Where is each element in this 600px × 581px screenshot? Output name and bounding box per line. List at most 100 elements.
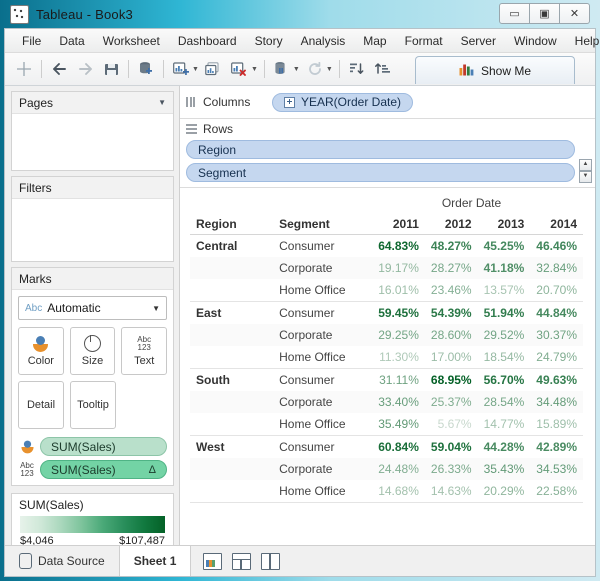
cell-value-2014[interactable]: 42.89% [530, 436, 583, 459]
chevron-down-icon[interactable]: ▼ [152, 304, 160, 313]
cell-value-2011[interactable]: 31.11% [372, 369, 425, 392]
spinner-up-icon[interactable]: ▲ [579, 159, 592, 171]
rows-pill-region[interactable]: Region [186, 140, 575, 159]
cell-value-2011[interactable]: 11.30% [372, 346, 425, 369]
cell-value-2013[interactable]: 14.77% [478, 413, 531, 436]
menu-story[interactable]: Story [246, 31, 292, 51]
cell-value-2011[interactable]: 24.48% [372, 458, 425, 480]
menu-window[interactable]: Window [505, 31, 566, 51]
table-row[interactable]: Corporate19.17%28.27%41.18%32.84% [190, 257, 583, 279]
rows-pill-segment[interactable]: Segment [186, 163, 575, 182]
refresh-dropdown-caret[interactable]: ▼ [326, 66, 333, 73]
menu-map[interactable]: Map [354, 31, 395, 51]
menu-file[interactable]: File [13, 31, 50, 51]
menu-help[interactable]: Help [566, 31, 600, 51]
close-button[interactable]: ✕ [559, 3, 590, 24]
cell-value-2012[interactable]: 26.33% [425, 458, 478, 480]
forward-icon[interactable] [73, 57, 97, 81]
cell-value-2014[interactable]: 49.63% [530, 369, 583, 392]
cell-value-2011[interactable]: 16.01% [372, 279, 425, 302]
cell-value-2012[interactable]: 48.27% [425, 235, 478, 258]
marks-text-button[interactable]: Abc123 Text [121, 327, 167, 375]
table-row[interactable]: Home Office16.01%23.46%13.57%20.70% [190, 279, 583, 302]
save-icon[interactable] [99, 57, 123, 81]
menu-server[interactable]: Server [452, 31, 505, 51]
cell-value-2014[interactable]: 15.89% [530, 413, 583, 436]
cell-value-2014[interactable]: 30.37% [530, 324, 583, 346]
filters-drop-zone[interactable] [12, 199, 173, 261]
marks-pill-color-sales[interactable]: SUM(Sales) [40, 437, 167, 456]
cell-value-2014[interactable]: 44.84% [530, 302, 583, 325]
cell-value-2012[interactable]: 28.60% [425, 324, 478, 346]
cell-value-2013[interactable]: 13.57% [478, 279, 531, 302]
cell-value-2011[interactable]: 35.49% [372, 413, 425, 436]
data-source-tab[interactable]: Data Source [5, 546, 120, 576]
rows-shelf[interactable]: Rows Region Segment ▲ ▼ [180, 119, 595, 188]
cell-value-2013[interactable]: 51.94% [478, 302, 531, 325]
duplicate-sheet-icon[interactable] [202, 57, 226, 81]
mark-type-dropdown[interactable]: Abc Automatic ▼ [18, 296, 167, 320]
new-worksheet-icon[interactable] [203, 553, 222, 570]
cell-value-2012[interactable]: 25.37% [425, 391, 478, 413]
cell-value-2012[interactable]: 54.39% [425, 302, 478, 325]
columns-shelf[interactable]: Columns YEAR(Order Date) [180, 86, 595, 119]
table-row[interactable]: Home Office14.68%14.63%20.29%22.58% [190, 480, 583, 503]
cell-value-2012[interactable]: 59.04% [425, 436, 478, 459]
table-row[interactable]: Home Office35.49%5.67%14.77%15.89% [190, 413, 583, 436]
table-row[interactable]: WestConsumer60.84%59.04%44.28%42.89% [190, 436, 583, 459]
cell-value-2012[interactable]: 14.63% [425, 480, 478, 503]
table-row[interactable]: Home Office11.30%17.00%18.54%24.79% [190, 346, 583, 369]
marks-detail-button[interactable]: Detail [18, 381, 64, 429]
menu-analysis[interactable]: Analysis [292, 31, 355, 51]
columns-pill-year-order-date[interactable]: YEAR(Order Date) [272, 93, 413, 112]
cell-value-2014[interactable]: 20.70% [530, 279, 583, 302]
sort-descending-icon[interactable] [371, 57, 395, 81]
new-worksheet-icon[interactable] [169, 57, 193, 81]
cell-value-2012[interactable]: 28.27% [425, 257, 478, 279]
cell-value-2012[interactable]: 68.95% [425, 369, 478, 392]
table-row[interactable]: SouthConsumer31.11%68.95%56.70%49.63% [190, 369, 583, 392]
sort-ascending-icon[interactable] [345, 57, 369, 81]
new-story-icon[interactable] [261, 553, 280, 570]
new-dashboard-icon[interactable] [232, 553, 251, 570]
spinner-down-icon[interactable]: ▼ [579, 171, 592, 183]
cell-value-2012[interactable]: 23.46% [425, 279, 478, 302]
cell-value-2011[interactable]: 19.17% [372, 257, 425, 279]
cell-value-2014[interactable]: 32.84% [530, 257, 583, 279]
marks-tooltip-button[interactable]: Tooltip [70, 381, 116, 429]
cell-value-2011[interactable]: 29.25% [372, 324, 425, 346]
cell-value-2013[interactable]: 18.54% [478, 346, 531, 369]
cell-value-2011[interactable]: 14.68% [372, 480, 425, 503]
cell-value-2013[interactable]: 29.52% [478, 324, 531, 346]
cell-value-2014[interactable]: 24.79% [530, 346, 583, 369]
clear-sheet-dropdown-caret[interactable]: ▼ [251, 66, 258, 73]
cell-value-2013[interactable]: 28.54% [478, 391, 531, 413]
minimize-button[interactable]: ▭ [499, 3, 530, 24]
rows-shelf-spinner[interactable]: ▲ ▼ [579, 159, 592, 183]
pages-drop-zone[interactable] [12, 114, 173, 170]
maximize-button[interactable]: ▣ [529, 3, 560, 24]
marks-pill-text-sales[interactable]: SUM(Sales) Δ [40, 460, 167, 479]
cell-value-2011[interactable]: 60.84% [372, 436, 425, 459]
table-row[interactable]: Corporate24.48%26.33%35.43%34.53% [190, 458, 583, 480]
cell-value-2013[interactable]: 44.28% [478, 436, 531, 459]
table-row[interactable]: EastConsumer59.45%54.39%51.94%44.84% [190, 302, 583, 325]
cell-value-2013[interactable]: 45.25% [478, 235, 531, 258]
cell-value-2014[interactable]: 34.48% [530, 391, 583, 413]
cell-value-2014[interactable]: 46.46% [530, 235, 583, 258]
cell-value-2014[interactable]: 22.58% [530, 480, 583, 503]
cell-value-2011[interactable]: 59.45% [372, 302, 425, 325]
table-row[interactable]: Corporate33.40%25.37%28.54%34.48% [190, 391, 583, 413]
swap-dropdown-caret[interactable]: ▼ [293, 66, 300, 73]
clear-sheet-icon[interactable] [228, 57, 252, 81]
cell-value-2012[interactable]: 5.67% [425, 413, 478, 436]
cell-value-2014[interactable]: 34.53% [530, 458, 583, 480]
table-row[interactable]: CentralConsumer64.83%48.27%45.25%46.46% [190, 235, 583, 258]
cell-value-2013[interactable]: 56.70% [478, 369, 531, 392]
marks-size-button[interactable]: Size [70, 327, 116, 375]
back-icon[interactable] [47, 57, 71, 81]
cell-value-2011[interactable]: 33.40% [372, 391, 425, 413]
menu-worksheet[interactable]: Worksheet [94, 31, 169, 51]
cell-value-2013[interactable]: 41.18% [478, 257, 531, 279]
menu-format[interactable]: Format [396, 31, 452, 51]
